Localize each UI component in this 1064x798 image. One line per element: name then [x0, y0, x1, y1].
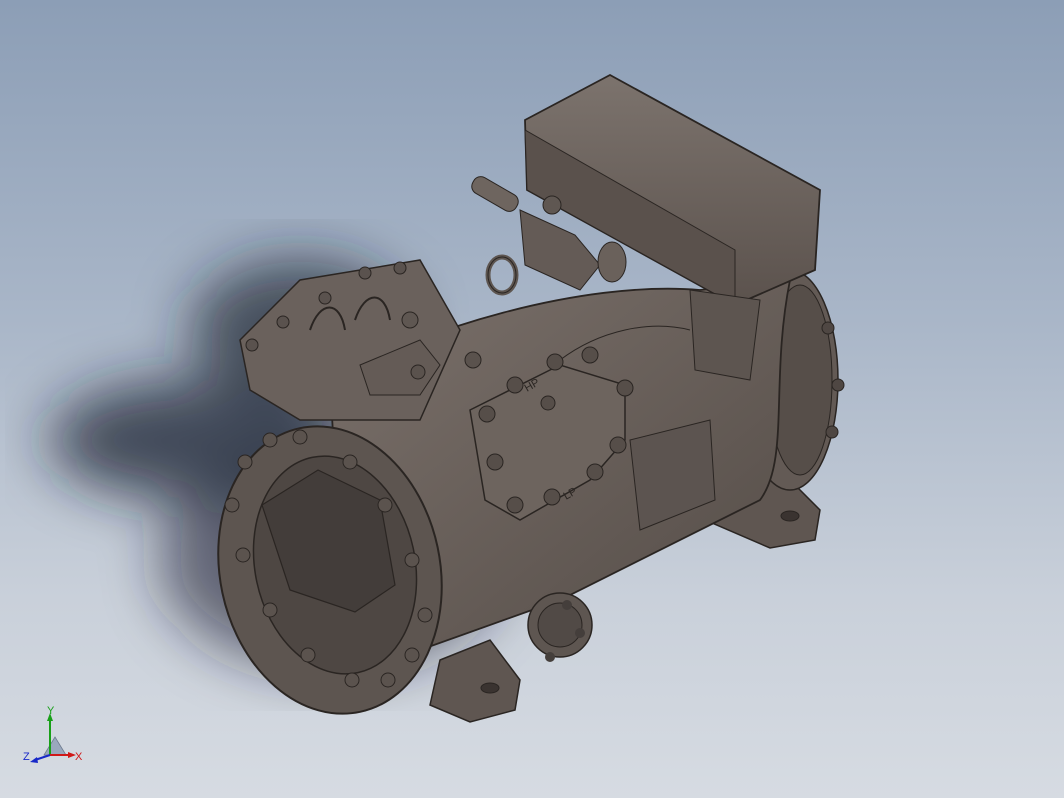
lifting-eye[interactable]: [485, 254, 519, 296]
triad-cube: [43, 736, 67, 756]
x-axis-label: X: [75, 751, 83, 763]
y-axis-label: Y: [47, 705, 55, 717]
graphics-viewport[interactable]: HP LP Y X Z: [0, 0, 1064, 798]
mounting-foot-front[interactable]: [429, 639, 521, 723]
model-view[interactable]: HP LP: [0, 0, 1064, 798]
z-axis-arrow-icon: [30, 757, 38, 763]
sight-glass[interactable]: [527, 592, 593, 662]
z-axis-label: Z: [23, 751, 30, 763]
view-triad[interactable]: Y X Z: [20, 705, 90, 775]
